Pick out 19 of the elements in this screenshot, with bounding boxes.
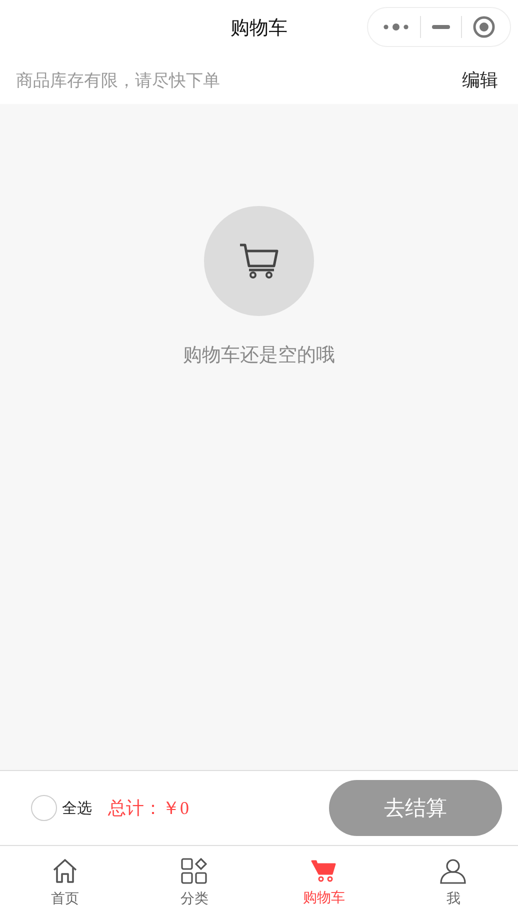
- notice-text: 商品库存有限，请尽快下单: [16, 70, 220, 92]
- tab-item[interactable]: 首页: [0, 846, 130, 920]
- tab-item[interactable]: 购物车: [259, 846, 388, 920]
- person-icon: [440, 858, 466, 884]
- page-title: 购物车: [230, 16, 288, 41]
- grid-icon: [181, 858, 208, 884]
- close-icon[interactable]: [472, 16, 495, 38]
- total-label: 总计：: [108, 797, 162, 820]
- cart-icon: [310, 859, 337, 883]
- more-icon[interactable]: [383, 22, 410, 32]
- select-all-checkbox[interactable]: [31, 795, 57, 821]
- total-amount: ￥0: [162, 797, 189, 820]
- empty-message: 购物车还是空的哦: [183, 343, 335, 368]
- select-all-label: 全选: [62, 798, 92, 818]
- minimize-icon[interactable]: [432, 25, 450, 29]
- tab-item[interactable]: 我: [388, 846, 518, 920]
- tab-item[interactable]: 分类: [130, 846, 259, 920]
- home-icon: [52, 858, 78, 884]
- edit-link[interactable]: 编辑: [462, 68, 498, 92]
